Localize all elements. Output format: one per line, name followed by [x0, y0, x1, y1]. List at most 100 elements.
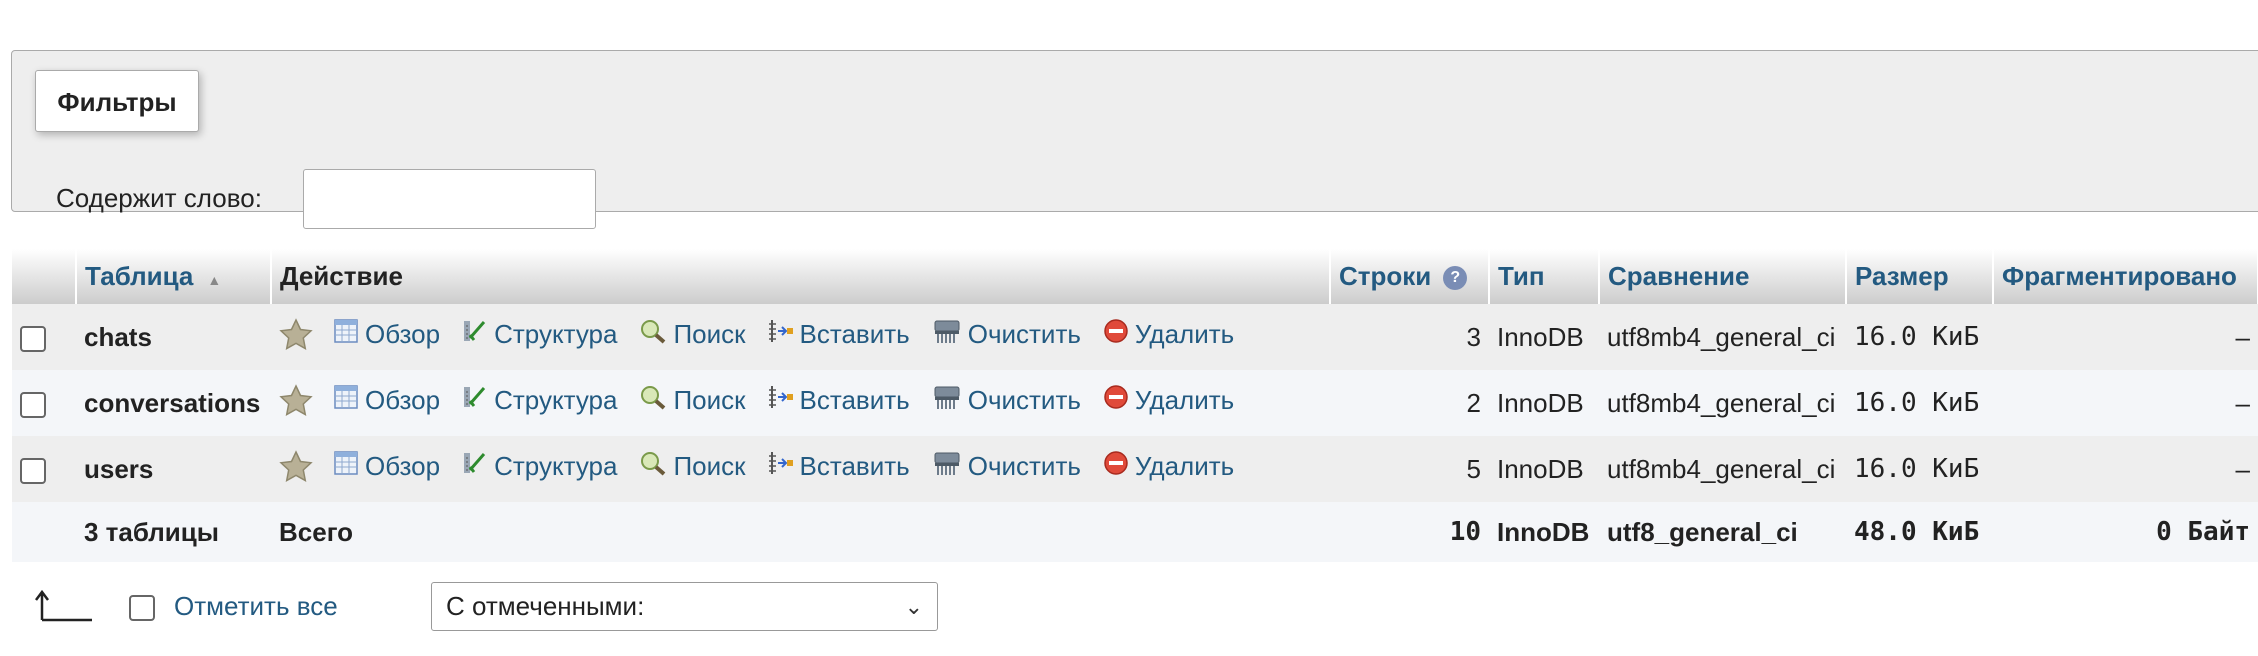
search-icon	[639, 318, 667, 351]
action-search-label: Поиск	[673, 384, 746, 415]
filter-contains-label: Содержит слово:	[56, 183, 262, 213]
row-overhead: –	[1993, 304, 2258, 370]
action-drop-link[interactable]: Удалить	[1103, 318, 1234, 351]
action-insert-label: Вставить	[799, 318, 910, 349]
footer-count: 3 таблицы	[76, 502, 271, 562]
action-structure-link[interactable]: Структура	[462, 450, 617, 483]
action-empty-label: Очистить	[967, 384, 1081, 415]
row-select-cell	[12, 436, 76, 502]
search-icon	[639, 450, 667, 483]
drop-icon	[1103, 450, 1129, 483]
structure-icon	[462, 384, 488, 417]
drop-icon	[1103, 384, 1129, 417]
footer-collation: utf8_general_ci	[1599, 502, 1846, 562]
header-table[interactable]: Таблица ▲	[76, 249, 272, 304]
table-name-link[interactable]: chats	[76, 304, 271, 370]
row-size[interactable]: 16.0 КиБ	[1846, 304, 1993, 370]
row-select-cell	[12, 370, 76, 436]
action-structure-link[interactable]: Структура	[462, 318, 617, 351]
help-icon[interactable]: ?	[1443, 266, 1468, 291]
action-search-link[interactable]: Поиск	[639, 318, 746, 351]
footer-rows: 10	[1330, 502, 1489, 562]
table-row: users Обзор Структура Поиск Вставить Очистить…	[12, 436, 2258, 502]
row-count: 3	[1330, 304, 1489, 370]
table-name-link[interactable]: users	[76, 436, 271, 502]
action-browse-link[interactable]: Обзор	[333, 318, 440, 351]
row-actions: Обзор Структура Поиск Вставить Очистить Удали…	[271, 370, 1330, 436]
action-browse-link[interactable]: Обзор	[333, 450, 440, 483]
action-browse-label: Обзор	[365, 450, 441, 481]
insert-icon	[768, 450, 794, 483]
row-count: 5	[1330, 436, 1489, 502]
drop-icon	[1103, 318, 1129, 351]
row-type: InnoDB	[1489, 304, 1599, 370]
footer-size: 48.0 КиБ	[1846, 502, 1993, 562]
header-rows-label: Строки	[1339, 261, 1432, 291]
header-type[interactable]: Тип	[1489, 249, 1600, 304]
action-browse-link[interactable]: Обзор	[333, 384, 440, 417]
action-drop-label: Удалить	[1134, 384, 1235, 415]
footer-empty	[12, 502, 76, 562]
action-insert-link[interactable]: Вставить	[768, 450, 910, 483]
action-empty-link[interactable]: Очистить	[932, 318, 1081, 351]
favorite-star-icon[interactable]	[279, 449, 313, 488]
empty-icon	[932, 450, 962, 483]
check-all-label[interactable]: Отметить все	[174, 589, 338, 623]
row-checkbox[interactable]	[20, 457, 46, 484]
row-overhead: –	[1993, 436, 2258, 502]
action-search-label: Поиск	[673, 318, 746, 349]
row-size[interactable]: 16.0 КиБ	[1846, 370, 1993, 436]
action-structure-link[interactable]: Структура	[462, 384, 617, 417]
action-insert-link[interactable]: Вставить	[768, 384, 910, 417]
row-actions: Обзор Структура Поиск Вставить Очистить Удали…	[271, 304, 1330, 370]
header-action: Действие	[271, 249, 1331, 304]
search-icon	[639, 384, 667, 417]
row-overhead: –	[1993, 370, 2258, 436]
row-type: InnoDB	[1489, 370, 1599, 436]
header-checkbox-col	[12, 249, 77, 304]
action-insert-label: Вставить	[799, 450, 910, 481]
with-selected-dropdown[interactable]: С отмеченными: ⌄	[431, 582, 938, 631]
header-collation[interactable]: Сравнение	[1599, 249, 1847, 304]
action-empty-link[interactable]: Очистить	[932, 384, 1081, 417]
action-structure-label: Структура	[494, 450, 618, 481]
filters-panel: Фильтры Содержит слово:	[11, 50, 2258, 229]
header-overhead[interactable]: Фрагментировано	[1993, 249, 2258, 304]
table-row: chats Обзор Структура Поиск Вставить Очистить…	[12, 304, 2258, 370]
table-name-link[interactable]: conversations	[76, 370, 271, 436]
favorite-star-icon[interactable]	[279, 317, 313, 356]
action-search-label: Поиск	[673, 450, 746, 481]
favorite-star-icon[interactable]	[279, 383, 313, 422]
action-drop-link[interactable]: Удалить	[1103, 384, 1234, 417]
header-rows[interactable]: Строки?	[1330, 249, 1490, 304]
structure-icon	[462, 450, 488, 483]
action-search-link[interactable]: Поиск	[639, 450, 746, 483]
row-checkbox[interactable]	[20, 391, 46, 418]
action-insert-link[interactable]: Вставить	[768, 318, 910, 351]
header-size[interactable]: Размер	[1846, 249, 1994, 304]
check-all-checkbox[interactable]	[129, 595, 155, 621]
browse-icon	[333, 384, 359, 417]
table-footer-row: 3 таблицы Всего 10 InnoDB utf8_general_c…	[12, 502, 2258, 562]
action-drop-label: Удалить	[1134, 318, 1235, 349]
sort-asc-icon: ▲	[207, 272, 222, 288]
arrow-up-left-icon	[35, 589, 92, 622]
action-empty-link[interactable]: Очистить	[932, 450, 1081, 483]
action-insert-label: Вставить	[799, 384, 910, 415]
action-drop-link[interactable]: Удалить	[1103, 450, 1234, 483]
insert-icon	[768, 318, 794, 351]
action-search-link[interactable]: Поиск	[639, 384, 746, 417]
row-checkbox[interactable]	[20, 325, 46, 352]
action-browse-label: Обзор	[365, 318, 441, 349]
insert-icon	[768, 384, 794, 417]
filter-contains-input[interactable]	[303, 169, 596, 229]
tables-list: Таблица ▲ Действие Строки? Тип Сравнение …	[12, 249, 2258, 562]
row-select-cell	[12, 304, 76, 370]
row-size[interactable]: 16.0 КиБ	[1846, 436, 1993, 502]
footer-total-label: Всего	[271, 502, 1330, 562]
empty-icon	[932, 318, 962, 351]
empty-icon	[932, 384, 962, 417]
header-table-label: Таблица	[85, 261, 194, 291]
table-row: conversations Обзор Структура Поиск Вставить…	[12, 370, 2258, 436]
action-structure-label: Структура	[494, 384, 618, 415]
